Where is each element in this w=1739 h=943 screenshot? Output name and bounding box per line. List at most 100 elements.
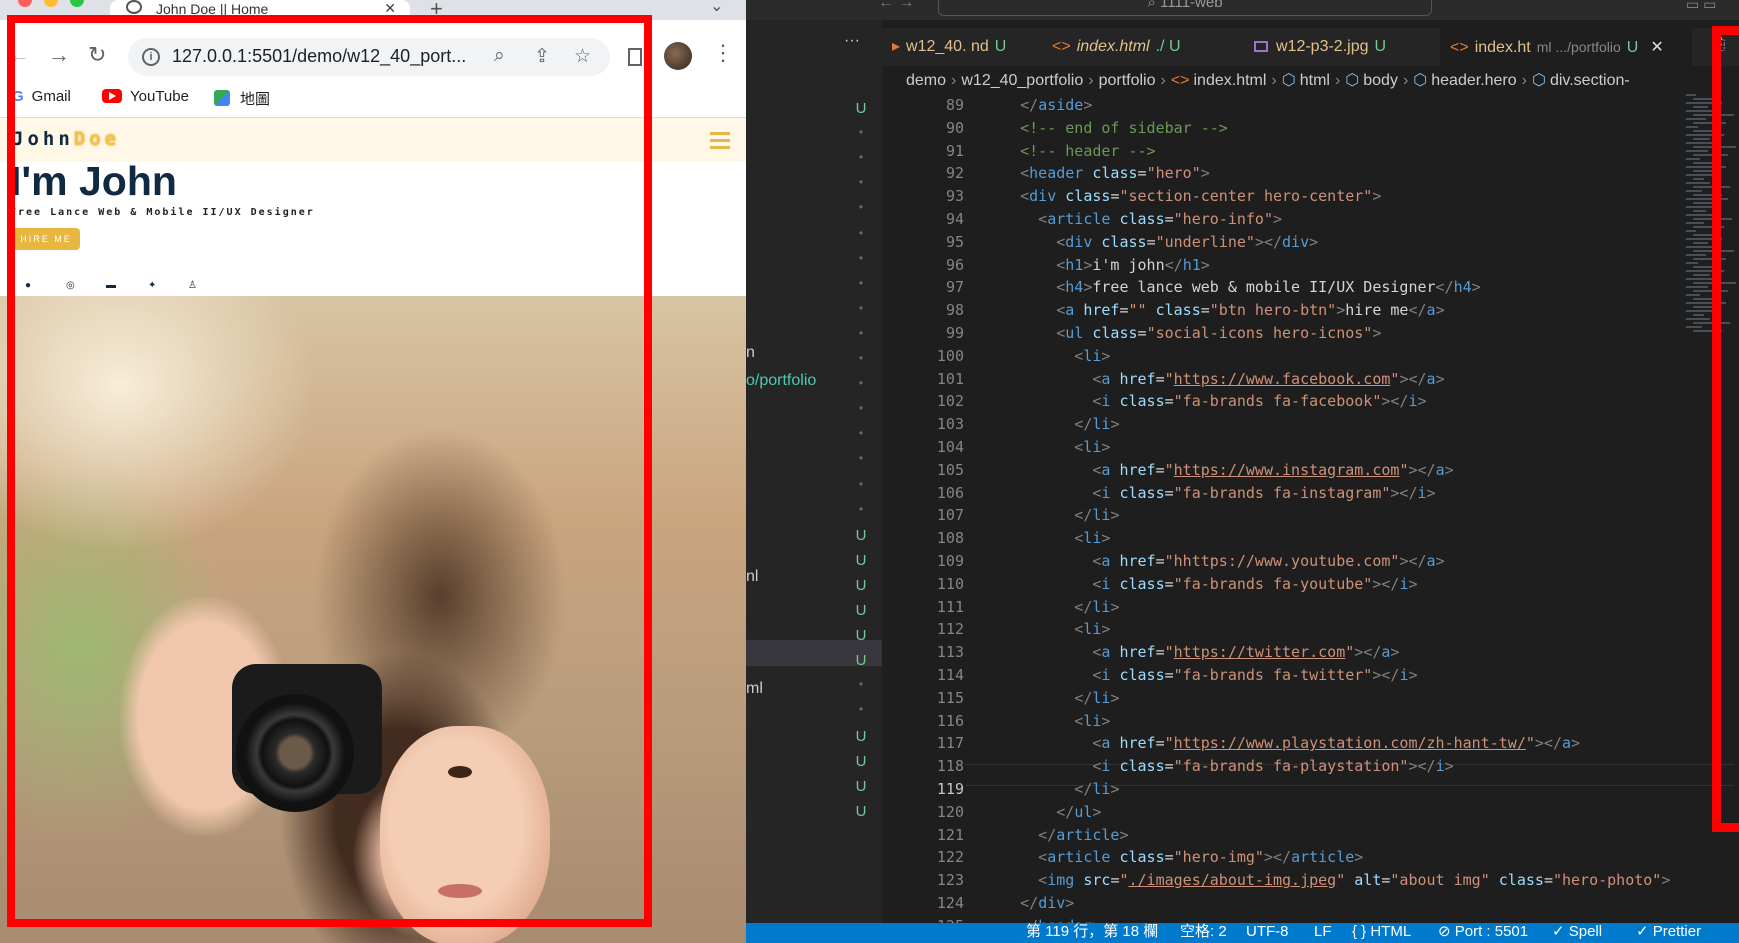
breadcrumb-item[interactable]: div.section-	[1550, 72, 1630, 89]
close-tab-icon[interactable]: ✕	[1650, 39, 1663, 56]
code-line[interactable]: <li>	[984, 618, 1724, 641]
reload-icon[interactable]: ↻	[88, 42, 106, 68]
code-line[interactable]: <h4>free lance web & mobile II/UX Design…	[984, 276, 1724, 299]
code-line[interactable]: </article>	[984, 824, 1724, 847]
editor-tab-index-root[interactable]: <> index.html ./ U	[1042, 28, 1238, 66]
code-line[interactable]: <img src="./images/about-img.jpeg" alt="…	[984, 869, 1724, 892]
code-line[interactable]: </ul>	[984, 801, 1724, 824]
hamburger-menu-icon[interactable]	[710, 132, 730, 153]
maximize-window-button[interactable]	[70, 0, 84, 7]
breadcrumb-item[interactable]: demo	[906, 72, 946, 89]
bookmark-youtube[interactable]: YouTube	[102, 88, 189, 105]
indentation-setting[interactable]: 空格: 2	[1180, 923, 1227, 941]
breadcrumb-item[interactable]: index.html	[1194, 72, 1267, 89]
prettier-status[interactable]: ✓ Prettier	[1636, 923, 1701, 941]
url-text[interactable]: 127.0.0.1:5501/demo/w12_40_port...	[172, 46, 466, 67]
code-area[interactable]: </aside> <!-- end of sidebar --> <!-- he…	[984, 94, 1724, 937]
code-line[interactable]: <!-- end of sidebar -->	[984, 117, 1724, 140]
youtube-icon[interactable]: ▬	[106, 280, 116, 291]
profile-avatar[interactable]	[664, 42, 692, 70]
bookmark-gmail[interactable]: G Gmail	[12, 88, 71, 105]
more-menu-icon[interactable]: ⋮	[712, 40, 734, 66]
breadcrumb-item[interactable]: html	[1300, 72, 1330, 89]
code-line[interactable]: <li>	[984, 710, 1724, 733]
facebook-icon[interactable]: ●	[25, 280, 31, 291]
editor-tab-image[interactable]: w12-p3-2.jpg U	[1244, 28, 1434, 66]
code-line[interactable]: <div class="underline"></div>	[984, 231, 1724, 254]
tab-search-chevron-icon[interactable]: ⌄	[710, 0, 723, 16]
editor-tab-w12[interactable]: ▸ w12_40. nd U	[882, 28, 1034, 66]
code-line[interactable]: <a href="https://www.playstation.com/zh-…	[984, 732, 1724, 755]
navigation-arrows-icon[interactable]: ← →	[878, 0, 914, 12]
code-line[interactable]: <ul class="social-icons hero-icnos">	[984, 322, 1724, 345]
forward-arrow-icon[interactable]: →	[48, 42, 70, 68]
bookmark-maps[interactable]: 地圖	[214, 88, 270, 109]
language-mode[interactable]: { } HTML	[1352, 923, 1411, 941]
code-line[interactable]: </li>	[984, 504, 1724, 527]
explorer-folder-label[interactable]: o/portfolio	[746, 372, 816, 390]
command-center-search[interactable]: ⌕ 1111-web	[938, 0, 1432, 16]
twitter-icon[interactable]: ✦	[148, 280, 156, 291]
code-line[interactable]: </li>	[984, 687, 1724, 710]
code-line[interactable]: <i class="fa-brands fa-instagram"></i>	[984, 482, 1724, 505]
encoding[interactable]: UTF-8	[1246, 923, 1289, 941]
browser-tab[interactable]: John Doe || Home ✕	[110, 0, 410, 20]
explorer-item[interactable]: ml	[746, 680, 763, 698]
site-logo[interactable]: JohnDoe	[12, 128, 120, 150]
code-line[interactable]: <a href="hhttps://www.youtube.com"></a>	[984, 550, 1724, 573]
code-line[interactable]: <i class="fa-brands fa-facebook"></i>	[984, 390, 1724, 413]
code-line[interactable]: <i class="fa-brands fa-twitter"></i>	[984, 664, 1724, 687]
minimize-window-button[interactable]	[44, 0, 58, 7]
split-editor-icon[interactable]: ⎘	[1712, 36, 1725, 54]
layout-toggle-icon[interactable]: ▭ ▭	[1686, 0, 1716, 13]
close-tab-icon[interactable]: ✕	[384, 0, 396, 17]
live-server-port[interactable]: ⊘ Port : 5501	[1438, 923, 1528, 941]
code-line[interactable]: </aside>	[984, 94, 1724, 117]
new-tab-button[interactable]: +	[430, 0, 443, 22]
code-line[interactable]: <article class="hero-info">	[984, 208, 1724, 231]
line-ending[interactable]: LF	[1314, 923, 1332, 941]
code-line[interactable]: <header class="hero">	[984, 162, 1724, 185]
back-arrow-icon[interactable]: ←	[8, 42, 30, 68]
bookmark-star-icon[interactable]: ☆	[574, 45, 591, 68]
code-line[interactable]: </li>	[984, 778, 1724, 801]
share-icon[interactable]: ⇪	[534, 45, 550, 68]
code-line[interactable]: <div class="section-center hero-center">	[984, 185, 1724, 208]
explorer-item[interactable]: n	[746, 344, 755, 362]
explorer-more-icon[interactable]: ···	[844, 32, 860, 50]
site-info-icon[interactable]: i	[142, 48, 160, 66]
code-line[interactable]: <article class="hero-img"></article>	[984, 846, 1724, 869]
address-bar[interactable]: i 127.0.0.1:5501/demo/w12_40_port... ⌕ ⇪…	[128, 38, 610, 76]
instagram-icon[interactable]: ◎	[66, 280, 75, 291]
cursor-position[interactable]: 第 119 行，第 18 欄	[1026, 923, 1158, 941]
breadcrumb-item[interactable]: body	[1363, 72, 1398, 89]
sidebar-panel-icon[interactable]	[628, 48, 642, 66]
code-line[interactable]: <a href="https://www.instagram.com"></a>	[984, 459, 1724, 482]
code-line[interactable]: <!-- header -->	[984, 140, 1724, 163]
code-line[interactable]: </li>	[984, 596, 1724, 619]
editor-tab-index-portfolio[interactable]: <> index.ht ml .../portfolio U ✕	[1440, 28, 1692, 66]
explorer-item[interactable]: nl	[746, 568, 758, 586]
code-line[interactable]: <li>	[984, 436, 1724, 459]
playstation-icon[interactable]: ♙	[188, 280, 197, 291]
photo-eye	[448, 766, 472, 778]
code-line[interactable]: <h1>i'm john</h1>	[984, 254, 1724, 277]
spell-check-status[interactable]: ✓ Spell	[1552, 923, 1602, 941]
breadcrumb-item[interactable]: header.hero	[1431, 72, 1516, 89]
code-line[interactable]: </li>	[984, 413, 1724, 436]
git-status-marker: •	[858, 677, 864, 692]
code-line[interactable]: </div>	[984, 892, 1724, 915]
minimap[interactable]	[1682, 94, 1736, 334]
code-line[interactable]: <a href="" class="btn hero-btn">hire me<…	[984, 299, 1724, 322]
code-line[interactable]: <a href="https://twitter.com"></a>	[984, 641, 1724, 664]
breadcrumb-item[interactable]: w12_40_portfolio	[961, 72, 1083, 89]
hire-me-button[interactable]: HIRE ME	[12, 228, 80, 250]
zoom-icon[interactable]: ⌕	[494, 45, 505, 67]
close-window-button[interactable]	[18, 0, 32, 7]
code-line[interactable]: <a href="https://www.facebook.com"></a>	[984, 368, 1724, 391]
code-line[interactable]: <li>	[984, 345, 1724, 368]
code-line[interactable]: <i class="fa-brands fa-youtube"></i>	[984, 573, 1724, 596]
code-line[interactable]: <li>	[984, 527, 1724, 550]
breadcrumb-item[interactable]: portfolio	[1099, 72, 1156, 89]
code-line[interactable]: <i class="fa-brands fa-playstation"></i>	[984, 755, 1724, 778]
